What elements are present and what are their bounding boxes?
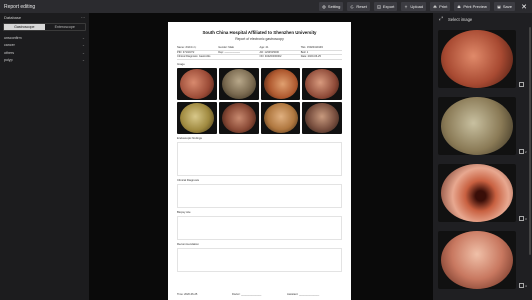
setting-label: Setting bbox=[327, 4, 341, 9]
footer-time: Time: 2020-06-25 bbox=[177, 293, 198, 296]
save-button[interactable]: Save bbox=[493, 2, 515, 11]
info-gender[interactable]: Gender: Male bbox=[218, 46, 259, 49]
reset-button[interactable]: Reset bbox=[347, 2, 370, 11]
biopsy-site-field[interactable] bbox=[177, 215, 342, 240]
report-editor-window: Report editing Setting Reset Export Uplo… bbox=[0, 0, 532, 300]
export-button[interactable]: Export bbox=[373, 2, 398, 11]
print-icon bbox=[433, 5, 437, 8]
print-preview-label: Print Preview bbox=[463, 4, 487, 9]
tree-item-label: polyp bbox=[4, 58, 13, 63]
database-header: Database ··· bbox=[0, 13, 89, 22]
clinical-diagnosis-label: Clinical Diagnosis bbox=[177, 177, 200, 182]
info-bed[interactable]: Bed: 1 bbox=[301, 51, 342, 54]
footer-assistant[interactable]: Assistant: ______________ bbox=[287, 293, 342, 296]
select-image-header: ⤢ Select image bbox=[433, 13, 532, 25]
report-image-grid bbox=[177, 67, 342, 134]
info-tel[interactable]: TEL: 15020419193 bbox=[301, 46, 342, 49]
info-name[interactable]: Name: zhkhzn l,i bbox=[177, 46, 218, 49]
report-page: South China Hospital Affiliated to Shenz… bbox=[168, 22, 351, 300]
image-thumbnail[interactable] bbox=[438, 30, 516, 88]
image-section-label: Image bbox=[177, 61, 185, 66]
image-number: 4 bbox=[525, 284, 527, 288]
info-dep[interactable]: Dep: —————— bbox=[218, 51, 259, 54]
select-image-title: Select image bbox=[448, 16, 473, 22]
export-label: Export bbox=[382, 4, 395, 9]
print-label: Print bbox=[439, 4, 448, 9]
report-subtitle: Report of electronic gastroscopy bbox=[235, 37, 284, 41]
info-clinical-diagnosis[interactable]: Clinical Diagnosis: Gastrolitis bbox=[177, 55, 260, 58]
tree-item-unsconfirm[interactable]: unsconfirm ⌄ bbox=[0, 34, 89, 42]
save-label: Save bbox=[502, 4, 512, 9]
print-button[interactable]: Print bbox=[430, 2, 451, 11]
info-ad[interactable]: AD: 1234515000 bbox=[260, 51, 301, 54]
image-thumbnail[interactable] bbox=[438, 231, 516, 289]
tree-item-label: unsconfirm bbox=[4, 35, 22, 40]
report-image[interactable] bbox=[302, 101, 342, 134]
chevron-down-icon: ⌄ bbox=[81, 50, 85, 55]
info-age[interactable]: Age: 41 bbox=[260, 46, 301, 49]
upload-button[interactable]: Upload bbox=[401, 2, 427, 11]
database-title: Database bbox=[4, 15, 22, 20]
print-preview-icon bbox=[457, 5, 461, 8]
window-title: Report editing bbox=[4, 3, 36, 10]
endoscopic-findings-label: Endoscopic findings bbox=[177, 135, 202, 140]
report-image[interactable] bbox=[218, 101, 259, 134]
image-thumbnail[interactable] bbox=[438, 164, 516, 222]
setting-button[interactable]: Setting bbox=[318, 2, 344, 11]
info-on[interactable]: ON: 40420/000002 bbox=[260, 55, 301, 58]
expand-icon[interactable]: ⤢ bbox=[439, 16, 443, 22]
tree-item-others[interactable]: others ⌄ bbox=[0, 49, 89, 57]
more-icon[interactable]: ··· bbox=[81, 15, 85, 20]
scope-tabs: Gastroscope Enteroscope bbox=[3, 23, 86, 31]
scrollbar[interactable] bbox=[529, 27, 531, 255]
recommendation-label: Recommendation bbox=[177, 241, 199, 246]
export-icon bbox=[377, 4, 381, 9]
report-image[interactable] bbox=[302, 67, 342, 100]
tab-gastroscope[interactable]: Gastroscope bbox=[4, 24, 45, 30]
report-image[interactable] bbox=[177, 101, 217, 134]
image-checkbox[interactable] bbox=[519, 216, 524, 221]
report-canvas: South China Hospital Affiliated to Shenz… bbox=[89, 13, 433, 300]
tree-item-label: others bbox=[4, 50, 14, 55]
report-image[interactable] bbox=[260, 101, 301, 134]
top-toolbar: Report editing Setting Reset Export Uplo… bbox=[0, 0, 532, 13]
recommendation-field[interactable] bbox=[177, 247, 342, 272]
close-icon[interactable]: ✕ bbox=[519, 2, 529, 12]
report-image[interactable] bbox=[177, 67, 217, 100]
tree-item-cancer[interactable]: cancer ⌄ bbox=[0, 42, 89, 50]
image-checkbox[interactable] bbox=[519, 283, 524, 288]
image-number: 3 bbox=[525, 217, 527, 221]
image-number: 2 bbox=[525, 150, 527, 154]
reset-label: Reset bbox=[356, 4, 367, 9]
info-date[interactable]: Date: 2020-06-25 bbox=[301, 55, 342, 58]
save-icon bbox=[497, 5, 501, 8]
report-footer: Time: 2020-06-25 Doctor: ______________ … bbox=[177, 293, 342, 296]
image-checkbox[interactable] bbox=[519, 149, 524, 154]
info-row: Clinical Diagnosis: Gastrolitis ON: 4042… bbox=[177, 55, 342, 60]
info-pid[interactable]: PID: 37102372 bbox=[177, 51, 218, 54]
print-preview-button[interactable]: Print Preview bbox=[454, 2, 490, 11]
report-image[interactable] bbox=[260, 67, 301, 100]
patient-info: Name: zhkhzn l,i Gender: Male Age: 41 TE… bbox=[177, 46, 342, 60]
clinical-diagnosis-field[interactable] bbox=[177, 183, 342, 208]
tree-item-polyp[interactable]: polyp ⌄ bbox=[0, 57, 89, 65]
reset-icon bbox=[350, 4, 354, 8]
image-checkbox[interactable] bbox=[519, 82, 524, 87]
report-image[interactable] bbox=[218, 67, 259, 100]
chevron-down-icon: ⌄ bbox=[81, 35, 85, 40]
tree-item-label: cancer bbox=[4, 43, 15, 48]
database-panel: Database ··· Gastroscope Enteroscope uns… bbox=[0, 13, 89, 300]
upload-icon bbox=[405, 4, 408, 8]
chevron-down-icon: ⌄ bbox=[81, 58, 85, 63]
select-image-panel: ⤢ Select image 2 3 4 bbox=[433, 13, 532, 300]
biopsy-site-label: Biopsy site bbox=[177, 209, 191, 214]
tab-enteroscope[interactable]: Enteroscope bbox=[45, 24, 86, 30]
gear-icon bbox=[322, 5, 326, 8]
footer-doctor[interactable]: Doctor: ______________ bbox=[232, 293, 287, 296]
hospital-title: South China Hospital Affiliated to Shenz… bbox=[202, 30, 317, 35]
image-thumbnail[interactable] bbox=[438, 97, 516, 155]
upload-label: Upload bbox=[410, 4, 424, 9]
chevron-down-icon: ⌄ bbox=[81, 43, 85, 48]
endoscopic-findings-field[interactable] bbox=[177, 141, 342, 176]
